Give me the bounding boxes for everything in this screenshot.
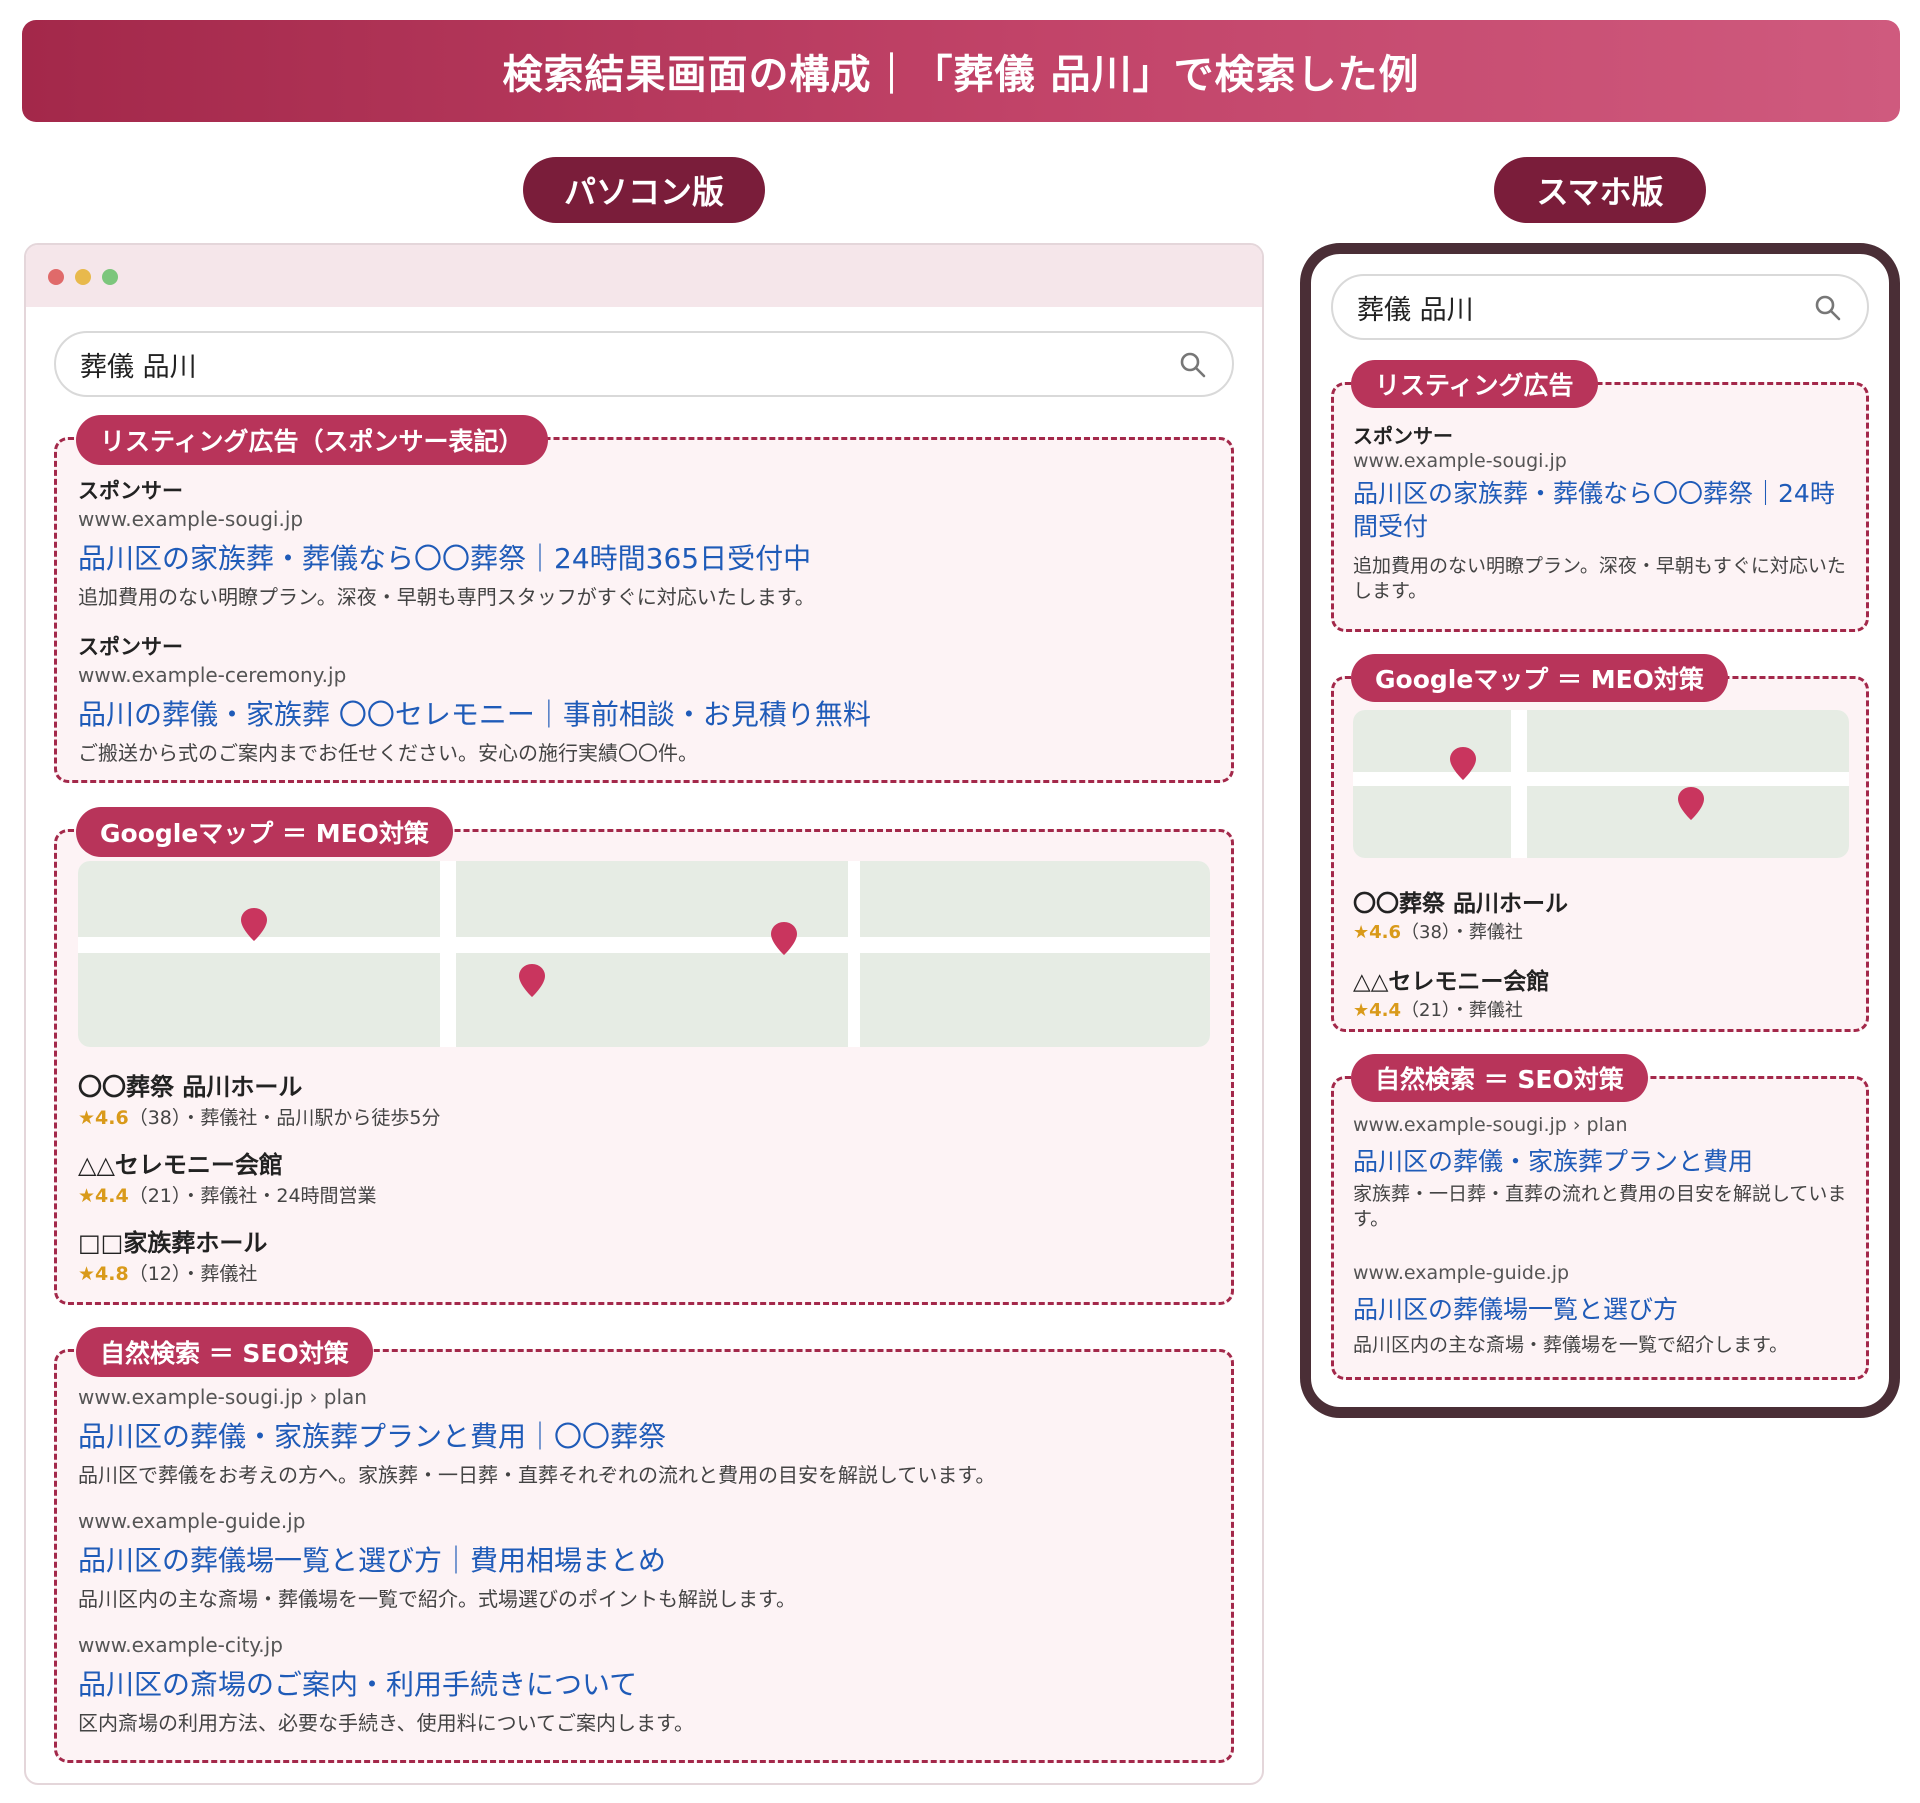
map-place-name[interactable]: △△セレモニー会館 <box>78 1145 283 1180</box>
ad-sponsor-label: スポンサー <box>1353 424 1453 448</box>
organic-description: 区内斎場の利用方法、必要な手続き、使用料についてご案内します。 <box>78 1711 694 1735</box>
search-icon[interactable] <box>1813 293 1843 323</box>
map-place-name[interactable]: △△セレモニー会館 <box>1353 962 1549 996</box>
organic-url[interactable]: www.example-sougi.jp › plan <box>78 1385 367 1409</box>
pc-search-query: 葬儀 品川 <box>80 351 197 383</box>
organic-title-link[interactable]: 品川区の葬儀・家族葬プランと費用 <box>1353 1142 1753 1178</box>
close-window-dot[interactable] <box>48 269 64 285</box>
search-icon[interactable] <box>1178 350 1208 380</box>
organic-url[interactable]: www.example-city.jp <box>78 1633 283 1657</box>
map-place-meta: ★4.8（12）・葬儀社 <box>78 1259 257 1286</box>
place-details: （12）・葬儀社 <box>128 1263 258 1285</box>
map-pin-icon[interactable] <box>240 907 268 943</box>
organic-title-link[interactable]: 品川区の葬儀場一覧と選び方｜費用相場まとめ <box>78 1539 666 1579</box>
ad-title-link[interactable]: 品川の葬儀・家族葬 〇〇セレモニー｜事前相談・お見積り無料 <box>78 693 871 733</box>
ad-url[interactable]: www.example-sougi.jp <box>78 507 303 531</box>
place-details: （21）・葬儀社・24時間営業 <box>128 1185 377 1207</box>
organic-description: 品川区内の主な斎場・葬儀場を一覧で紹介。式場選びのポイントも解説します。 <box>78 1587 796 1611</box>
ad-description: ご搬送から式のご案内までお任せください。安心の施行実績〇〇件。 <box>78 741 698 765</box>
map-place-name[interactable]: □□家族葬ホール <box>78 1223 267 1258</box>
pc-version-label: パソコン版 <box>523 157 765 223</box>
pc-organic-label: 自然検索 ＝ SEO対策 <box>76 1327 373 1377</box>
organic-description: 家族葬・一日葬・直葬の流れと費用の目安を解説しています。 <box>1353 1183 1847 1230</box>
place-details: （38）・葬儀社・品川駅から徒歩5分 <box>128 1107 441 1129</box>
page-title: 検索結果画面の構成｜「葬儀 品川」で検索した例 <box>502 52 1420 98</box>
sp-map-view[interactable] <box>1353 710 1849 858</box>
page-title-banner: 検索結果画面の構成｜「葬儀 品川」で検索した例 <box>22 20 1900 122</box>
place-details: （21）・葬儀社 <box>1401 1000 1523 1021</box>
organic-description: 品川区内の主な斎場・葬儀場を一覧で紹介します。 <box>1353 1334 1789 1356</box>
pc-map-label: Googleマップ ＝ MEO対策 <box>76 807 453 857</box>
maximize-window-dot[interactable] <box>102 269 118 285</box>
ad-sponsor-label: スポンサー <box>78 479 183 503</box>
organic-title-link[interactable]: 品川区の葬儀・家族葬プランと費用｜〇〇葬祭 <box>78 1415 666 1455</box>
pc-ads-label: リスティング広告（スポンサー表記） <box>76 415 548 465</box>
ad-url[interactable]: www.example-ceremony.jp <box>78 663 346 687</box>
map-place-name[interactable]: 〇〇葬祭 品川ホール <box>78 1067 302 1102</box>
ad-title-link[interactable]: 品川区の家族葬・葬儀なら〇〇葬祭｜24時間受付 <box>1353 478 1853 543</box>
map-pin-icon[interactable] <box>1677 786 1705 822</box>
place-rating: ★4.8 <box>78 1263 129 1285</box>
pc-browser-window: 葬儀 品川 リスティング広告（スポンサー表記） スポンサー www.exampl… <box>24 243 1264 1785</box>
smartphone-frame: 葬儀 品川 リスティング広告 スポンサー www.example-sougi.j… <box>1300 243 1900 1418</box>
organic-url[interactable]: www.example-sougi.jp › plan <box>1353 1114 1628 1136</box>
sp-search-input[interactable]: 葬儀 品川 <box>1331 274 1869 340</box>
map-place-meta: ★4.4（21）・葬儀社 <box>1353 996 1523 1022</box>
pc-search-input[interactable]: 葬儀 品川 <box>54 331 1234 397</box>
place-details: （38）・葬儀社 <box>1401 922 1523 943</box>
place-rating: ★4.4 <box>1353 1000 1402 1021</box>
ad-description: 追加費用のない明瞭プラン。深夜・早朝も専門スタッフがすぐに対応いたします。 <box>78 585 815 609</box>
map-pin-icon[interactable] <box>1449 746 1477 782</box>
ad-sponsor-label: スポンサー <box>78 635 183 659</box>
organic-url[interactable]: www.example-guide.jp <box>1353 1262 1569 1284</box>
sp-search-query: 葬儀 品川 <box>1357 294 1474 326</box>
map-pin-icon[interactable] <box>518 963 546 999</box>
place-rating: ★4.6 <box>78 1107 129 1129</box>
organic-title-link[interactable]: 品川区の斎場のご案内・利用手続きについて <box>78 1663 637 1703</box>
map-place-meta: ★4.6（38）・葬儀社・品川駅から徒歩5分 <box>78 1103 440 1130</box>
organic-url[interactable]: www.example-guide.jp <box>78 1509 305 1533</box>
sp-map-label: Googleマップ ＝ MEO対策 <box>1351 654 1728 702</box>
ad-title-link[interactable]: 品川区の家族葬・葬儀なら〇〇葬祭｜24時間365日受付中 <box>78 537 811 577</box>
map-place-name[interactable]: 〇〇葬祭 品川ホール <box>1353 884 1568 918</box>
map-place-meta: ★4.6（38）・葬儀社 <box>1353 918 1523 944</box>
map-pin-icon[interactable] <box>770 921 798 957</box>
organic-description: 品川区で葬儀をお考えの方へ。家族葬・一日葬・直葬それぞれの流れと費用の目安を解説… <box>78 1463 996 1487</box>
browser-title-bar <box>26 245 1262 307</box>
place-rating: ★4.4 <box>78 1185 129 1207</box>
pc-map-view[interactable] <box>78 861 1210 1047</box>
minimize-window-dot[interactable] <box>75 269 91 285</box>
sp-organic-label: 自然検索 ＝ SEO対策 <box>1351 1054 1648 1102</box>
sp-version-label: スマホ版 <box>1494 157 1706 223</box>
place-rating: ★4.6 <box>1353 922 1402 943</box>
ad-url[interactable]: www.example-sougi.jp <box>1353 450 1567 472</box>
sp-ads-label: リスティング広告 <box>1351 360 1598 408</box>
map-place-meta: ★4.4（21）・葬儀社・24時間営業 <box>78 1181 377 1208</box>
organic-title-link[interactable]: 品川区の葬儀場一覧と選び方 <box>1353 1290 1678 1326</box>
ad-description: 追加費用のない明瞭プラン。深夜・早朝もすぐに対応いたします。 <box>1353 555 1846 602</box>
